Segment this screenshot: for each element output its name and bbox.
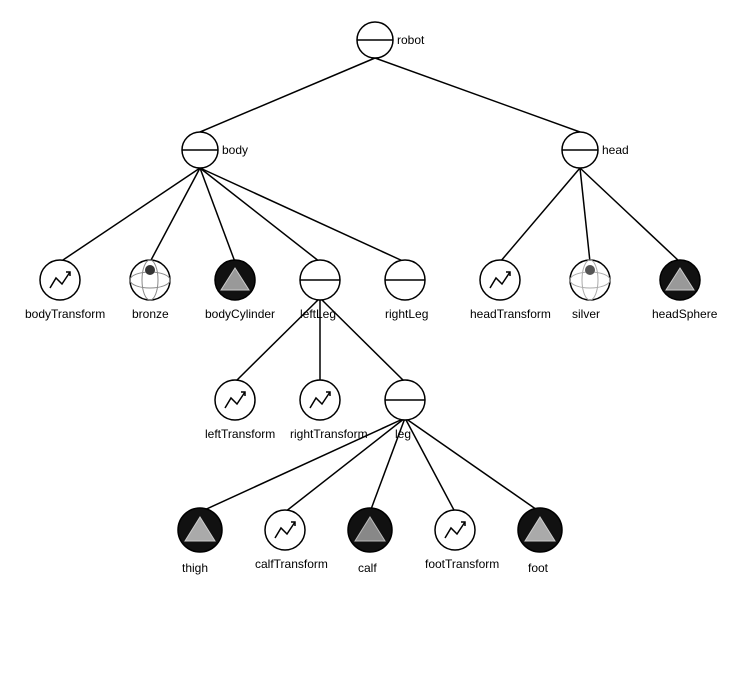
node-foot[interactable]: foot <box>518 508 562 575</box>
label-calf: calf <box>358 561 377 575</box>
label-footTransform: footTransform <box>425 557 499 571</box>
node-headSphere[interactable]: headSphere <box>652 260 718 321</box>
label-robot: robot <box>397 33 425 47</box>
label-leg: leg <box>395 427 411 441</box>
node-robot[interactable]: robot <box>357 22 425 58</box>
node-bronze[interactable]: bronze <box>130 260 170 321</box>
node-leftLeg[interactable]: leftLeg <box>300 260 340 321</box>
node-silver[interactable]: silver <box>570 260 610 321</box>
node-calfTransform[interactable]: calfTransform <box>255 510 328 571</box>
node-head[interactable]: head <box>562 132 629 168</box>
node-leg[interactable]: leg <box>385 380 425 441</box>
node-body[interactable]: body <box>182 132 248 168</box>
label-bronze: bronze <box>132 307 169 321</box>
node-bodyCylinder[interactable]: bodyCylinder <box>205 260 275 321</box>
node-thigh[interactable]: thigh <box>178 508 222 575</box>
label-head: head <box>602 143 629 157</box>
node-rightTransform[interactable]: rightTransform <box>290 380 368 441</box>
label-thigh: thigh <box>182 561 208 575</box>
node-leftTransform[interactable]: leftTransform <box>205 380 275 441</box>
node-bodyTransform[interactable]: bodyTransform <box>25 260 105 321</box>
scene-graph: robot body head bodyTransform bronze bod… <box>0 0 750 675</box>
label-calfTransform: calfTransform <box>255 557 328 571</box>
node-headTransform[interactable]: headTransform <box>470 260 551 321</box>
label-headTransform: headTransform <box>470 307 551 321</box>
label-foot: foot <box>528 561 549 575</box>
label-leftLeg: leftLeg <box>300 307 336 321</box>
label-bodyCylinder: bodyCylinder <box>205 307 275 321</box>
node-footTransform[interactable]: footTransform <box>425 510 499 571</box>
label-body: body <box>222 143 248 157</box>
label-rightTransform: rightTransform <box>290 427 368 441</box>
label-bodyTransform: bodyTransform <box>25 307 105 321</box>
node-rightLeg[interactable]: rightLeg <box>385 260 428 321</box>
node-calf[interactable]: calf <box>348 508 392 575</box>
label-leftTransform: leftTransform <box>205 427 275 441</box>
label-headSphere: headSphere <box>652 307 718 321</box>
label-silver: silver <box>572 307 600 321</box>
label-rightLeg: rightLeg <box>385 307 428 321</box>
